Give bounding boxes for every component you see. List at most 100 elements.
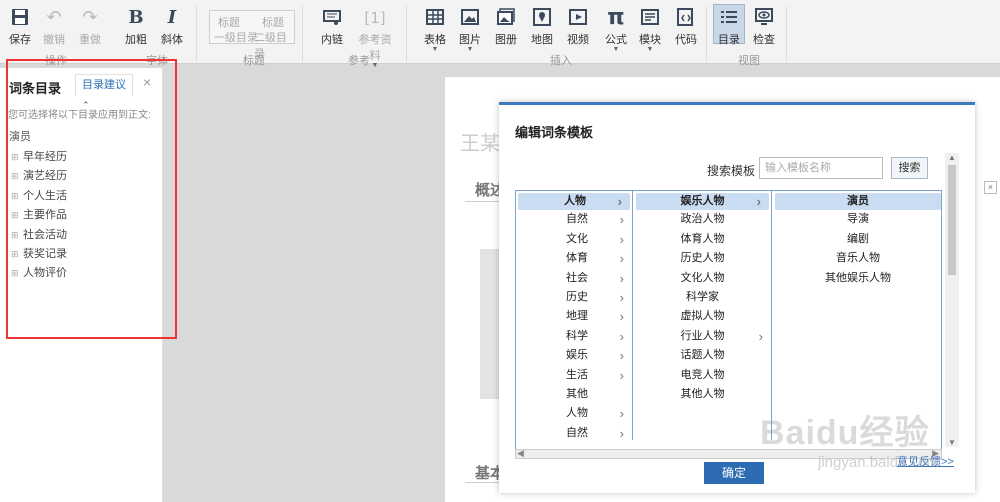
col3-item[interactable]: 编剧 xyxy=(773,230,941,249)
heading1-button-title[interactable]: 标题 xyxy=(218,14,240,30)
col3-item[interactable]: 其他娱乐人物 xyxy=(773,269,941,288)
expand-icon[interactable]: ⊞ xyxy=(11,191,23,202)
internal-link-button[interactable]: 内链 xyxy=(316,8,348,47)
col1-item[interactable]: 历史 › xyxy=(516,288,632,307)
close-icon[interactable]: × xyxy=(143,74,151,90)
image-button[interactable]: 图片 ▼ xyxy=(454,8,486,53)
col3-item[interactable]: 演员 xyxy=(775,193,941,211)
expand-icon[interactable]: ⊞ xyxy=(11,210,23,221)
col1-item[interactable]: 人物 › xyxy=(516,404,632,423)
col2-item[interactable]: 科学家 xyxy=(634,288,771,307)
redo-button[interactable]: ↷ 重做 xyxy=(74,8,106,47)
toc-item[interactable]: ⊞ 演艺经历 xyxy=(11,167,67,186)
search-input[interactable] xyxy=(759,157,883,179)
expand-icon[interactable]: ⊞ xyxy=(11,152,23,163)
col1-item[interactable]: 娱乐 › xyxy=(516,346,632,365)
bold-button[interactable]: B 加粗 xyxy=(120,8,152,47)
map-button[interactable]: 地图 xyxy=(526,8,558,47)
col3-item[interactable]: 音乐人物 xyxy=(773,249,941,268)
toc-item[interactable]: ⊞ 人物评价 xyxy=(11,264,67,283)
col1-item[interactable]: 人物 › xyxy=(518,193,630,211)
scrollbar-thumb[interactable] xyxy=(948,165,956,275)
album-button[interactable]: 图册 xyxy=(490,8,522,47)
save-button[interactable]: 保存 xyxy=(4,8,36,47)
italic-icon: I xyxy=(167,7,177,28)
chevron-right-icon: › xyxy=(756,194,761,209)
document-title: 王某 xyxy=(460,133,500,155)
check-button[interactable]: 检查 xyxy=(748,8,780,47)
toc-item[interactable]: ⊞ 个人生活 xyxy=(11,187,67,206)
heading1-button-sub[interactable]: 一级目录 xyxy=(214,29,258,45)
save-icon xyxy=(4,8,36,28)
col2-item[interactable]: 行业人物 › xyxy=(634,327,771,346)
col2-item[interactable]: 其他人物 xyxy=(634,385,771,404)
scroll-left-icon[interactable]: ◀ xyxy=(517,448,524,459)
col2-item[interactable]: 话题人物 xyxy=(634,346,771,365)
toc-suggest-tab[interactable]: 目录建议 ⌃ xyxy=(75,74,133,110)
code-button[interactable]: 代码 xyxy=(670,8,702,47)
table-button[interactable]: 表格 ▼ xyxy=(419,8,451,53)
col3-item[interactable]: 导演 xyxy=(773,210,941,229)
toc-panel: 词条目录 目录建议 ⌃ × 您可选择将以下目录应用到正文: 演员 ⊞ 早年经历 ⊞ 演… xyxy=(0,68,163,502)
category-column-1: 人物 › 自然 › 文化 › 体育 › 社会 › 历史 › 地理 › 科学 › 娱乐 › 生活 › 其他 人物 › 自然 › xyxy=(516,191,633,443)
scroll-down-icon[interactable]: ▼ xyxy=(948,438,956,447)
chevron-right-icon: › xyxy=(758,328,763,344)
toc-item[interactable]: ⊞ 主要作品 xyxy=(11,206,67,225)
bold-icon: B xyxy=(128,7,144,28)
toc-button[interactable]: 目录 xyxy=(713,4,745,46)
editor-toolbar: 保存 ↶ 撤销 ↷ 重做 B 加粗 I 斜体 标题 一级目录 标题 二级目录 内… xyxy=(0,0,1000,69)
undo-button[interactable]: ↶ 撤销 xyxy=(38,8,70,47)
col2-item[interactable]: 历史人物 xyxy=(634,249,771,268)
expand-icon[interactable]: ⊞ xyxy=(11,171,23,182)
formula-button[interactable]: π 公式 ▼ xyxy=(600,5,632,54)
col1-item[interactable]: 科学 › xyxy=(516,327,632,346)
col1-item[interactable]: 其他 xyxy=(516,385,632,404)
heading2-button-title[interactable]: 标题 xyxy=(262,14,284,30)
vertical-scrollbar[interactable]: ▲ ▼ xyxy=(945,153,959,447)
group-label-insert: 插入 xyxy=(550,55,572,67)
expand-icon[interactable]: ⊞ xyxy=(11,268,23,279)
chevron-down-icon: ▼ xyxy=(612,46,620,53)
expand-icon[interactable]: ⊞ xyxy=(11,249,23,260)
search-button[interactable]: 搜索 xyxy=(891,157,928,179)
close-icon[interactable]: × xyxy=(984,181,997,194)
link-icon xyxy=(316,8,348,28)
col2-item[interactable]: 娱乐人物 › xyxy=(636,193,769,211)
toc-item[interactable]: ⊞ 社会活动 xyxy=(11,226,67,245)
chevron-right-icon: › xyxy=(619,289,624,305)
col1-item[interactable]: 自然 › xyxy=(516,210,632,229)
chevron-right-icon: › xyxy=(619,367,624,383)
col2-item[interactable]: 虚拟人物 xyxy=(634,307,771,326)
video-button[interactable]: 视频 xyxy=(562,8,594,47)
col1-item[interactable]: 地理 › xyxy=(516,307,632,326)
expand-icon[interactable]: ⊞ xyxy=(11,230,23,241)
toc-item[interactable]: ⊞ 早年经历 xyxy=(11,148,67,167)
scroll-up-icon[interactable]: ▲ xyxy=(948,153,956,162)
col1-item[interactable]: 社会 › xyxy=(516,269,632,288)
chevron-right-icon: › xyxy=(619,251,624,267)
col1-item[interactable]: 生活 › xyxy=(516,366,632,385)
modal-title: 编辑词条模板 xyxy=(515,125,594,140)
toc-item[interactable]: ⊞ 获奖记录 xyxy=(11,245,67,264)
col1-item[interactable]: 文化 › xyxy=(516,230,632,249)
chevron-right-icon: › xyxy=(619,425,624,441)
toc-item-label: 主要作品 xyxy=(23,209,67,222)
toc-panel-title: 词条目录 xyxy=(9,81,62,96)
code-icon xyxy=(670,8,702,28)
group-label-reference: 参考 xyxy=(348,55,370,67)
col1-item[interactable]: 自然 › xyxy=(516,424,632,443)
col2-item[interactable]: 体育人物 xyxy=(634,230,771,249)
pi-icon: π xyxy=(607,5,625,30)
redo-icon: ↷ xyxy=(82,7,98,28)
toc-list: ⊞ 早年经历 ⊞ 演艺经历 ⊞ 个人生活 ⊞ 主要作品 ⊞ 社会活动 ⊞ 获奖记录 ⊞ 人物评价 xyxy=(11,148,67,284)
col2-item[interactable]: 政治人物 xyxy=(634,210,771,229)
chevron-right-icon: › xyxy=(619,348,624,364)
module-button[interactable]: 模块 ▼ xyxy=(634,8,666,53)
confirm-button[interactable]: 确定 xyxy=(704,462,764,484)
toc-item-label: 早年经历 xyxy=(23,151,67,163)
col2-item[interactable]: 电竞人物 xyxy=(634,366,771,385)
chevron-right-icon: › xyxy=(617,194,622,209)
col2-item[interactable]: 文化人物 xyxy=(634,269,771,288)
col1-item[interactable]: 体育 › xyxy=(516,249,632,268)
italic-button[interactable]: I 斜体 xyxy=(156,8,188,47)
